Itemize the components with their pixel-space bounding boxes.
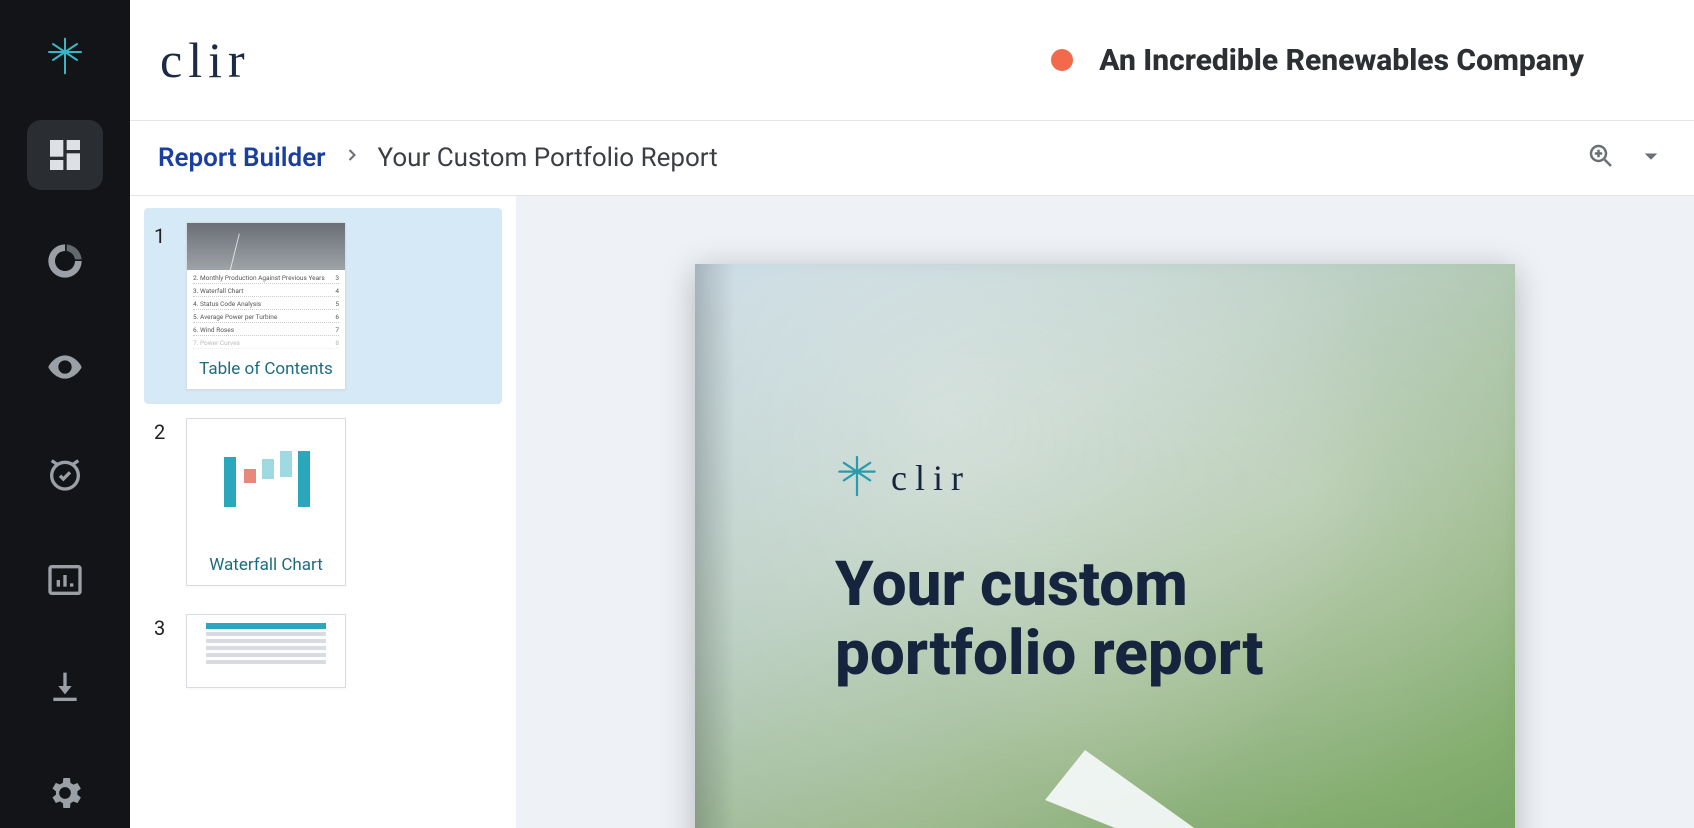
page-list: 1 2. Monthly Production Against Previous… bbox=[130, 196, 516, 828]
page-thumbnail: 2. Monthly Production Against Previous Y… bbox=[187, 223, 345, 353]
nav-dashboard[interactable] bbox=[27, 120, 103, 190]
alarm-icon bbox=[45, 454, 85, 494]
page-number: 1 bbox=[154, 222, 174, 390]
document-logo-text: clir bbox=[891, 457, 971, 499]
nav-view[interactable] bbox=[27, 332, 103, 402]
page-title: Waterfall Chart bbox=[187, 549, 345, 579]
gear-icon bbox=[45, 773, 85, 813]
app-logo bbox=[35, 28, 95, 84]
nav-settings[interactable] bbox=[27, 758, 103, 828]
brand-text: clir bbox=[160, 31, 251, 89]
bar-chart-icon bbox=[45, 560, 85, 600]
toolbar: Report Builder Your Custom Portfolio Rep… bbox=[130, 120, 1694, 196]
app-sidebar bbox=[0, 0, 130, 828]
brand: clir bbox=[160, 31, 251, 89]
donut-chart-icon bbox=[45, 241, 85, 281]
status-dot bbox=[1051, 49, 1073, 71]
eye-icon bbox=[45, 347, 85, 387]
app-header: clir An Incredible Renewables Company bbox=[130, 0, 1694, 120]
breadcrumb: Report Builder Your Custom Portfolio Rep… bbox=[158, 143, 718, 173]
document-page: clir Your custom portfolio report bbox=[695, 264, 1515, 828]
company-name: An Incredible Renewables Company bbox=[1099, 43, 1584, 78]
page-item-2[interactable]: 2 Waterfall Chart bbox=[144, 404, 502, 600]
page-number: 3 bbox=[154, 614, 174, 688]
workspace: 1 2. Monthly Production Against Previous… bbox=[130, 196, 1694, 828]
main-area: clir An Incredible Renewables Company Re… bbox=[130, 0, 1694, 828]
page-number: 2 bbox=[154, 418, 174, 586]
breadcrumb-root[interactable]: Report Builder bbox=[158, 143, 326, 173]
document-title: Your custom portfolio report bbox=[835, 550, 1515, 689]
waterfall-icon bbox=[216, 439, 316, 529]
zoom-dropdown[interactable] bbox=[1636, 141, 1666, 175]
download-icon bbox=[45, 666, 85, 706]
chevron-right-icon bbox=[342, 145, 362, 171]
clir-star-icon bbox=[835, 454, 879, 498]
page-item-3[interactable]: 3 bbox=[144, 600, 502, 702]
page-thumbnail bbox=[187, 615, 345, 681]
page-item-1[interactable]: 1 2. Monthly Production Against Previous… bbox=[144, 208, 502, 404]
nav-reports[interactable] bbox=[27, 545, 103, 615]
document-logo: clir bbox=[835, 454, 1515, 502]
nav-alerts[interactable] bbox=[27, 439, 103, 509]
breadcrumb-current: Your Custom Portfolio Report bbox=[378, 143, 718, 173]
nav-analytics[interactable] bbox=[27, 226, 103, 296]
dashboard-icon bbox=[45, 135, 85, 175]
page-title: Table of Contents bbox=[187, 353, 345, 383]
document-canvas[interactable]: clir Your custom portfolio report bbox=[516, 196, 1694, 828]
zoom-in-button[interactable] bbox=[1586, 141, 1616, 175]
clir-star-icon bbox=[45, 36, 85, 76]
nav-download[interactable] bbox=[27, 651, 103, 721]
page-thumbnail bbox=[187, 419, 345, 549]
